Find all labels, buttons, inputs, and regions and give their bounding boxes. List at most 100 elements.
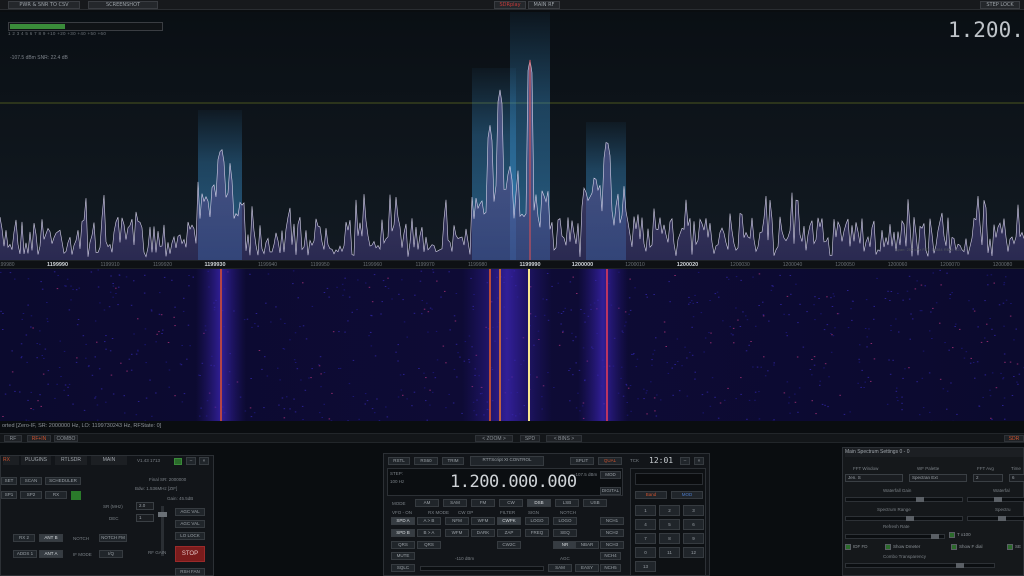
ant-b-button[interactable]: ANT B [39,534,63,542]
se-checkbox[interactable]: SE [1007,544,1021,550]
rx2-button[interactable]: RX 2 [13,534,35,542]
qual-button[interactable]: QUAL [598,457,622,465]
tab-sdr[interactable]: SDR [1004,435,1024,442]
panel-tab-main[interactable]: MAIN [91,456,127,465]
sp1-button[interactable]: SP1 [1,491,17,499]
vfo-button[interactable]: QRS [417,541,441,549]
mode-button-am[interactable]: AM [415,499,439,507]
slider-knob-icon[interactable] [956,563,964,568]
vfo-button[interactable]: NCH1 [600,517,624,525]
panel-tab-rx[interactable]: RX [3,456,19,465]
fft-avg-select[interactable]: 2 [973,474,1003,482]
scan-button[interactable]: SCAN [20,477,42,485]
t-x100-checkbox[interactable]: T x100 [949,532,971,538]
rx-button[interactable]: RX [45,491,67,499]
vfo-button[interactable]: FREQ [525,529,549,537]
spd-control[interactable]: SPD [520,435,540,442]
vfo-button[interactable]: A > B [417,517,441,525]
squelch-slider[interactable] [420,566,544,571]
vfo-button[interactable]: WFM [471,517,495,525]
tab-combo[interactable]: COMBO [54,435,78,442]
rs60-tab[interactable]: RS60 [414,457,438,465]
bins-control[interactable]: < BINS > [546,435,582,442]
mode-button-dsb[interactable]: DSB [527,499,551,507]
panel-tab-plugins[interactable]: PLUGINS [21,456,51,465]
keypad-key[interactable]: 13 [635,561,656,572]
trim-tab[interactable]: TRIM [442,457,464,465]
keypad-key[interactable]: 12 [683,547,704,558]
mod-button[interactable]: MOD [671,491,703,499]
vfo-button[interactable]: CWPK [497,517,521,525]
keypad-key[interactable]: 4 [635,519,656,530]
pwr-snr-csv-button[interactable]: PWR & SNR TO CSV [8,1,80,9]
screenshot-button[interactable]: SCREENSHOT [88,1,158,9]
time-select[interactable]: 6 [1009,474,1024,482]
tab-rf[interactable]: RF [4,435,22,442]
rsh-fan-button[interactable]: RSH FAN [175,568,205,576]
spectrum-slider[interactable] [967,516,1024,521]
zoom-control[interactable]: < ZOOM > [475,435,513,442]
rx-small-button[interactable]: MOD [600,471,621,479]
slider-knob-icon[interactable] [998,516,1006,521]
vfo-button[interactable]: NBAR [575,541,599,549]
idf-fd-checkbox[interactable]: IDF FD [845,544,868,550]
vfo-button[interactable]: B > A [417,529,441,537]
waterfall-display[interactable] [0,269,1024,421]
agc-val-button-2[interactable]: AGC VAL [175,520,205,528]
close-icon[interactable]: × [199,457,209,465]
vfo-button[interactable]: SPD B [391,529,415,537]
slider-knob-icon[interactable] [931,534,939,539]
sr-select[interactable]: 2.0 [136,502,154,510]
keypad-key[interactable]: 2 [659,505,680,516]
rf-gain-knob-icon[interactable] [158,512,167,517]
panel-tab-rtlsdr[interactable]: RTLSDR [55,456,87,465]
nch5-button[interactable]: NCH5 [600,564,621,572]
vfo-button[interactable]: WFM [445,529,469,537]
band-button[interactable]: Band [635,491,667,499]
vfo-button[interactable]: ZAP [497,529,521,537]
agc-val-button-1[interactable]: AGC VAL [175,508,205,516]
keypad-key[interactable]: 0 [635,547,656,558]
set-button[interactable]: SET [1,477,17,485]
sam-button[interactable]: SAM [548,564,572,572]
minimize-icon[interactable]: – [186,457,196,465]
notch-fm-button[interactable]: NOTCH FM [99,534,127,542]
adds-button[interactable]: ADDS 1 [13,550,37,558]
vfo-button[interactable]: LOGO [525,517,549,525]
slider-knob-icon[interactable] [906,516,914,521]
tab-main-rf[interactable]: MAIN RF [528,1,560,9]
keypad-key[interactable]: 5 [659,519,680,530]
dec-select[interactable]: 1 [136,514,154,522]
vfo-button[interactable]: CW2C [497,541,521,549]
mode-button-usb[interactable]: USB [583,499,607,507]
close-icon[interactable]: × [694,457,704,465]
slider-knob-icon[interactable] [994,497,1002,502]
minimize-icon[interactable]: – [680,457,690,465]
tab-rf-in[interactable]: RF+IN [27,435,51,442]
mute-button[interactable]: MUTE [391,552,415,560]
show-dmeter-checkbox[interactable]: Show Dmeter [885,544,920,550]
keypad-key[interactable]: 6 [683,519,704,530]
vfo-button[interactable]: DARK [471,529,495,537]
display-frequency[interactable]: 1.200.00 [948,18,1024,42]
ant-a-button[interactable]: ANT A [39,550,63,558]
wf-palette-select[interactable]: Spectran Ext [909,474,967,482]
vfo-button[interactable]: SPD A [391,517,415,525]
vfo-button[interactable]: NR [553,541,577,549]
sqlc-button[interactable]: SQLC [391,564,415,572]
keypad-key[interactable]: 11 [659,547,680,558]
waterfall-slider[interactable] [967,497,1024,502]
vfo-frequency[interactable]: 1.200.000.000 [450,472,577,492]
frequency-axis[interactable]: 1199980 1199990 1199910 1199920 1199930 11999… [0,260,1024,269]
digital-button[interactable]: DIGITAL [600,487,621,495]
spectrum-range-slider[interactable] [845,516,963,521]
combo-transparency-slider[interactable] [845,563,995,568]
mode-button-fm[interactable]: FM [471,499,495,507]
vfo-button[interactable]: LOGO [553,517,577,525]
tab-sdrplay[interactable]: SDRplay [494,1,526,9]
mode-button-cw[interactable]: CW [499,499,523,507]
keypad-key[interactable]: 1 [635,505,656,516]
vfo-button[interactable]: NFM [445,517,469,525]
keypad-key[interactable]: 9 [683,533,704,544]
keypad-key[interactable]: 8 [659,533,680,544]
